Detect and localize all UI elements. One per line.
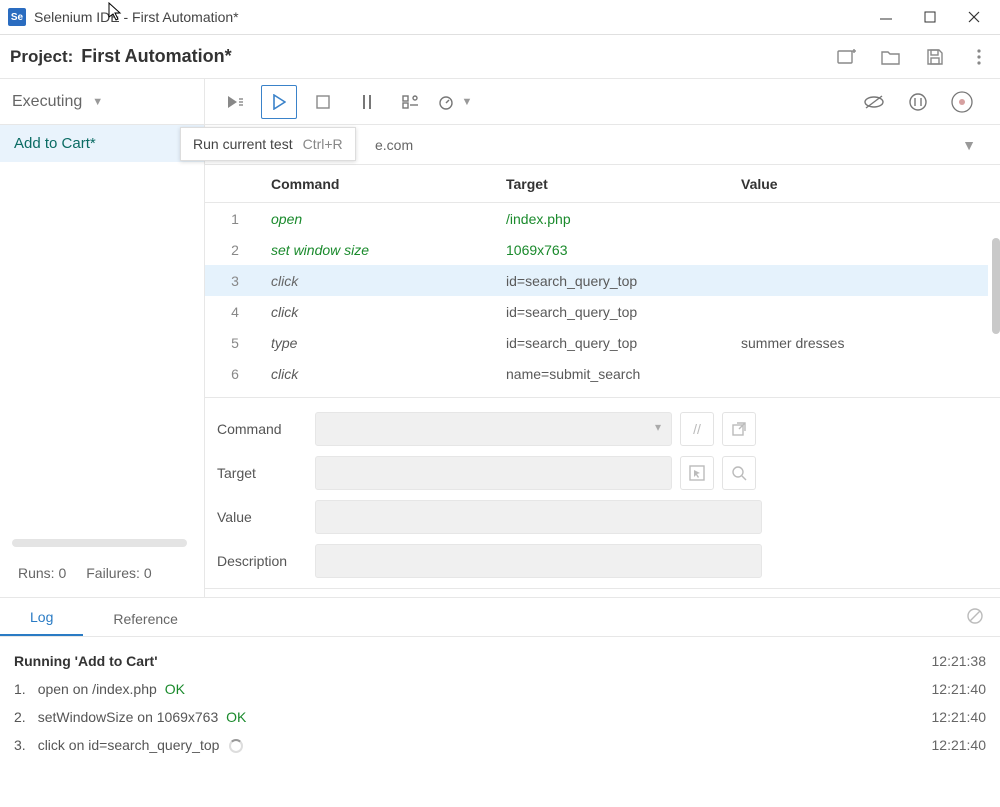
clear-log-icon[interactable]: [966, 607, 984, 628]
th-command: Command: [265, 176, 500, 192]
table-row[interactable]: 6clickname=submit_search: [205, 358, 1000, 389]
runs-counter: Runs: 0: [18, 565, 66, 581]
main-pane: Run current test Ctrl+R e.com ▼ Command …: [205, 125, 1000, 597]
base-url-row: Run current test Ctrl+R e.com ▼: [205, 125, 1000, 165]
pause-on-exceptions-icon[interactable]: [900, 85, 936, 119]
project-header: Project: First Automation*: [0, 35, 1000, 79]
table-row[interactable]: 1open/index.php: [205, 203, 1000, 234]
project-label: Project:: [10, 47, 73, 67]
maximize-button[interactable]: [920, 7, 940, 27]
table-row[interactable]: 5typeid=search_query_topsummer dresses: [205, 327, 1000, 358]
disable-breakpoints-icon[interactable]: [856, 85, 892, 119]
step-over-button[interactable]: [393, 85, 429, 119]
editor-target-input[interactable]: [315, 456, 672, 490]
editor-description-label: Description: [217, 553, 315, 569]
stop-button[interactable]: [305, 85, 341, 119]
project-name[interactable]: First Automation*: [81, 46, 836, 67]
chevron-down-icon[interactable]: ▼: [962, 137, 976, 153]
editor-value-label: Value: [217, 509, 315, 525]
find-target-icon[interactable]: [722, 456, 756, 490]
table-row[interactable]: 3clickid=search_query_top: [205, 265, 1000, 296]
editor-value-input[interactable]: [315, 500, 762, 534]
base-url-text: e.com: [375, 137, 413, 153]
executing-label: Executing: [12, 93, 82, 111]
open-new-window-icon[interactable]: [722, 412, 756, 446]
editor-command-label: Command: [217, 421, 315, 437]
chevron-down-icon: ▼: [92, 96, 103, 108]
run-tooltip: Run current test Ctrl+R: [180, 127, 356, 161]
editor-target-label: Target: [217, 465, 315, 481]
toolbar: Executing ▼ ▼ REC: [0, 79, 1000, 125]
table-body: 1open/index.php2set window size1069x7633…: [205, 203, 1000, 397]
log-running-header: Running 'Add to Cart': [14, 653, 932, 669]
tab-reference[interactable]: Reference: [83, 601, 208, 636]
window-title: Selenium IDE - First Automation*: [34, 9, 876, 25]
minimize-button[interactable]: [876, 7, 896, 27]
new-file-icon[interactable]: [836, 46, 858, 68]
tooltip-label: Run current test: [193, 136, 293, 152]
app-logo: Se: [8, 8, 26, 26]
close-button[interactable]: [964, 7, 984, 27]
log-timestamp: 12:21:38: [932, 653, 987, 669]
commands-table: Command Target Value 1open/index.php2set…: [205, 165, 1000, 398]
editor-description-input[interactable]: [315, 544, 762, 578]
vertical-scrollbar[interactable]: [988, 203, 1000, 397]
suite-dropdown[interactable]: Executing ▼: [0, 79, 205, 124]
table-row[interactable]: 2set window size1069x763: [205, 234, 1000, 265]
record-button[interactable]: REC: [944, 85, 980, 119]
command-editor: Command // Target Value Description: [205, 398, 1000, 589]
log-line: 1.open on /index.php OK12:21:40: [14, 675, 986, 703]
log-line: 3.click on id=search_query_top 12:21:40: [14, 731, 986, 759]
log-body: Running 'Add to Cart' 12:21:38 1.open on…: [0, 637, 1000, 769]
test-sidebar: Add to Cart* Runs: 0 Failures: 0: [0, 125, 205, 597]
th-target: Target: [500, 176, 735, 192]
speed-button[interactable]: ▼: [437, 85, 473, 119]
editor-command-input[interactable]: [315, 412, 672, 446]
pause-button[interactable]: [349, 85, 385, 119]
table-row[interactable]: 4clickid=search_query_top: [205, 296, 1000, 327]
th-value: Value: [735, 176, 1000, 192]
sidebar-scrollbar[interactable]: [12, 539, 187, 547]
failures-counter: Failures: 0: [86, 565, 151, 581]
more-menu-icon[interactable]: [968, 46, 990, 68]
titlebar: Se Selenium IDE - First Automation*: [0, 0, 1000, 35]
run-current-test-button[interactable]: [261, 85, 297, 119]
log-tabstrip: Log Reference: [0, 597, 1000, 637]
open-folder-icon[interactable]: [880, 46, 902, 68]
tooltip-shortcut: Ctrl+R: [303, 136, 343, 152]
run-all-tests-button[interactable]: [217, 85, 253, 119]
tab-log[interactable]: Log: [0, 599, 83, 636]
log-line: 2.setWindowSize on 1069x763 OK12:21:40: [14, 703, 986, 731]
save-icon[interactable]: [924, 46, 946, 68]
select-target-icon[interactable]: [680, 456, 714, 490]
toggle-command-icon[interactable]: //: [680, 412, 714, 446]
sidebar-test-item[interactable]: Add to Cart*: [0, 125, 204, 162]
